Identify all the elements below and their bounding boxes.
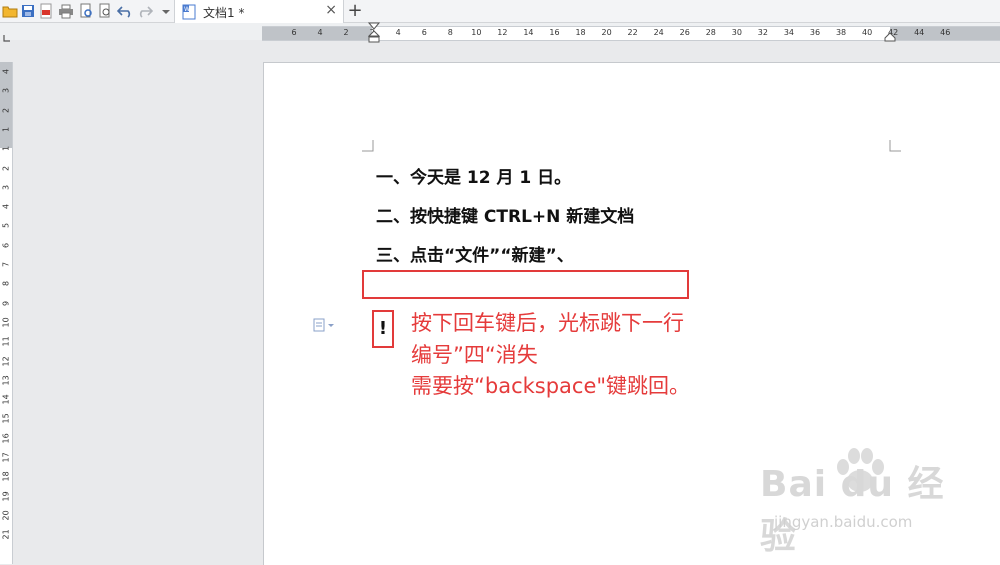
ruler-tick-label: 12 xyxy=(1,355,11,366)
list-item-1[interactable]: 一、今天是 12 月 1 日。 xyxy=(376,163,571,188)
ruler-tick-label: 6 xyxy=(291,28,297,37)
ruler-tick-label: 44 xyxy=(914,28,925,37)
crop-mark-top-left xyxy=(362,140,374,152)
annotation-line-3: 需要按“backspace"键跳回。 xyxy=(411,374,691,398)
redo-icon[interactable] xyxy=(137,3,153,19)
close-tab-icon[interactable]: × xyxy=(325,2,337,18)
tab-stop-selector-icon[interactable] xyxy=(3,27,11,42)
ruler-tick-label: 11 xyxy=(1,336,11,347)
ruler-tick-label: 40 xyxy=(862,28,873,37)
annotation-line-2: 编号”四“消失 xyxy=(411,343,538,367)
ruler-tick-label: 12 xyxy=(497,28,508,37)
preview-doc-icon[interactable] xyxy=(97,3,113,19)
ruler-tick-label: 8 xyxy=(447,28,453,37)
ruler-tick-label: 22 xyxy=(627,28,638,37)
ruler-tick-label: 7 xyxy=(1,261,11,268)
ruler-tick-label: 15 xyxy=(1,413,11,424)
save-icon[interactable] xyxy=(20,3,36,19)
tab-document[interactable]: W 文档1 * × xyxy=(174,0,344,23)
ruler-tick-label: 20 xyxy=(1,510,11,521)
ruler-tick-label: 17 xyxy=(1,452,11,463)
ruler-tick-label: 14 xyxy=(1,394,11,405)
svg-text:W: W xyxy=(184,6,190,13)
ruler-tick-label: 28 xyxy=(705,28,716,37)
ruler-tick-label: 1 xyxy=(1,146,11,152)
ruler-tick-label: 6 xyxy=(421,28,427,37)
open-folder-icon[interactable] xyxy=(2,3,18,19)
ruler-tick-label: 30 xyxy=(731,28,742,37)
ruler-tick-label: 26 xyxy=(679,28,690,37)
ruler-tick-label: 5 xyxy=(1,223,11,229)
ruler-tick-label: 18 xyxy=(1,471,11,482)
print-icon[interactable] xyxy=(58,3,74,19)
quick-access-toolbar: W 文档1 * × + xyxy=(0,0,1000,23)
list-item-3[interactable]: 三、点击“文件”“新建”、 xyxy=(376,241,574,266)
ruler-tick-label: 16 xyxy=(1,433,11,444)
ruler-tick-label: 2 xyxy=(343,28,349,37)
ruler-tick-label: 10 xyxy=(1,317,11,328)
undo-icon[interactable] xyxy=(117,3,133,19)
ruler-tick-label: 3 xyxy=(1,184,11,190)
ruler-tick-label: 34 xyxy=(783,28,795,37)
ruler-tick-label: 4 xyxy=(1,204,11,210)
new-tab-button[interactable]: + xyxy=(346,0,364,21)
ruler-tick-label: 21 xyxy=(1,529,11,540)
ruler-tick-label: 20 xyxy=(601,28,612,37)
right-indent-marker[interactable] xyxy=(884,30,896,42)
ruler-tick-label: 10 xyxy=(471,28,482,37)
ruler-tick-label: 24 xyxy=(653,28,664,37)
ruler-tick-label: 9 xyxy=(1,300,11,306)
empty-line-highlight xyxy=(362,270,689,299)
watermark-site: jingyan.baidu.com xyxy=(774,513,913,531)
export-pdf-icon[interactable] xyxy=(38,3,54,19)
ruler-tick-label: 18 xyxy=(575,28,586,37)
ruler-tick-label: 16 xyxy=(549,28,560,37)
baidu-watermark: Bai du 经验 jingyan.baidu.com xyxy=(760,448,980,557)
ruler-tick-label: 3 xyxy=(1,88,11,94)
print-preview-icon[interactable] xyxy=(78,3,94,19)
annotation-line-1: 按下回车键后，光标跳下一行 xyxy=(411,311,684,335)
ruler-tick-label: 46 xyxy=(940,28,951,37)
ruler-tick-label: 36 xyxy=(809,28,821,37)
ruler-tick-label: 4 xyxy=(317,28,323,37)
paragraph-layout-icon[interactable] xyxy=(313,318,337,332)
ruler-tick-label: 4 xyxy=(1,68,11,75)
ruler-tick-label: 14 xyxy=(523,28,534,37)
ruler-tick-label: 2 xyxy=(1,107,11,113)
writer-doc-icon: W xyxy=(181,4,197,24)
list-item-2[interactable]: 二、按快捷键 CTRL+N 新建文档 xyxy=(376,202,634,227)
ruler-tick-label: 4 xyxy=(395,28,401,37)
ruler-tick-label: 13 xyxy=(1,375,11,386)
watermark-brand: Bai du 经验 xyxy=(760,464,945,557)
crop-mark-top-right xyxy=(889,140,901,152)
ruler-tick-label: 38 xyxy=(835,28,847,37)
ruler-tick-label: 19 xyxy=(1,490,11,502)
ruler-tick-label: 8 xyxy=(1,281,11,287)
ruler-tick-label: 1 xyxy=(1,126,11,132)
vertical-ruler[interactable]: 4 3 2 1 1 2 3 4 5 6 7 8 9 10 11 12 13 14 15 16 17 18 19 20 21 xyxy=(0,62,13,564)
ruler-tick-label: 2 xyxy=(1,165,11,171)
tab-title: 文档1 * xyxy=(203,6,245,20)
first-line-indent-marker[interactable] xyxy=(368,22,380,44)
ruler-row: 6422468101214161820222426283032343638404… xyxy=(0,23,1000,42)
ruler-tick-label: 6 xyxy=(1,242,11,248)
cursor-mark-box: ! xyxy=(372,310,394,348)
ruler-tick-label: 32 xyxy=(757,28,768,37)
